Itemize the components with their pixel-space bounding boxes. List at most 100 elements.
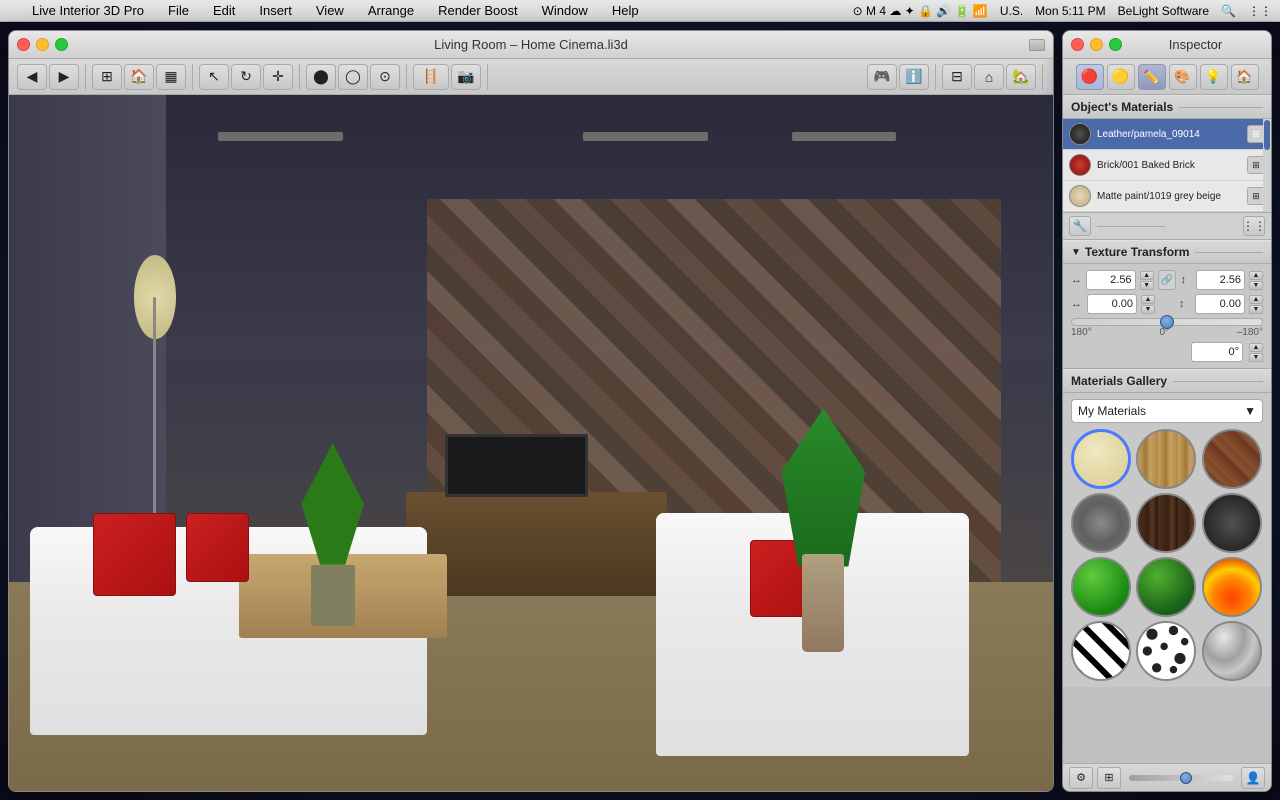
offset-x-up[interactable]: ▲: [1141, 295, 1155, 304]
camera-tool[interactable]: 📷: [451, 64, 481, 90]
gallery-item-5[interactable]: [1202, 493, 1262, 553]
ring-tool[interactable]: ◯: [338, 64, 368, 90]
move-tool[interactable]: ✛: [263, 64, 293, 90]
pillow-1: [93, 513, 177, 597]
inspector-maximize[interactable]: [1109, 38, 1122, 51]
add-material-button[interactable]: ⚙: [1069, 767, 1093, 789]
inspector-titlebar: Inspector: [1063, 31, 1271, 59]
gallery-dropdown-value: My Materials: [1078, 404, 1146, 418]
tools-divider: [1097, 226, 1165, 227]
offset-x-down[interactable]: ▼: [1141, 305, 1155, 314]
large-plant: [782, 408, 866, 652]
gallery-item-10[interactable]: [1136, 621, 1196, 681]
angle-up[interactable]: ▲: [1249, 343, 1263, 352]
gallery-item-6[interactable]: [1071, 557, 1131, 617]
menu-insert[interactable]: Insert: [255, 3, 296, 18]
height-down[interactable]: ▼: [1249, 281, 1263, 290]
offset-y-down[interactable]: ▼: [1249, 305, 1263, 314]
offset-y-up[interactable]: ▲: [1249, 295, 1263, 304]
zoom-slider[interactable]: [1129, 775, 1233, 781]
person-button[interactable]: 👤: [1241, 767, 1265, 789]
material-item-1[interactable]: Leather/pamela_09014 ⊞: [1063, 119, 1271, 150]
menu-window[interactable]: Window: [538, 3, 592, 18]
zoom-thumb[interactable]: [1180, 772, 1192, 784]
gallery-item-3[interactable]: [1071, 493, 1131, 553]
gallery-dropdown[interactable]: My Materials ▼: [1071, 399, 1263, 423]
fill-tool[interactable]: ⊙: [370, 64, 400, 90]
menu-file[interactable]: File: [164, 3, 193, 18]
tab-materials[interactable]: 🔴: [1076, 64, 1104, 90]
rotate-tool[interactable]: ↻: [231, 64, 261, 90]
window-resize-handle[interactable]: [1029, 39, 1045, 51]
height-up[interactable]: ▲: [1249, 271, 1263, 280]
gallery-item-11[interactable]: [1202, 621, 1262, 681]
circle-tool[interactable]: ⬤: [306, 64, 336, 90]
select-tool[interactable]: ↖: [199, 64, 229, 90]
maximize-button[interactable]: [55, 38, 68, 51]
gallery-item-4[interactable]: [1136, 493, 1196, 553]
mat-scroll-thumb[interactable]: [1264, 120, 1270, 150]
materials-scrollbar[interactable]: [1263, 119, 1271, 212]
grid-view-button[interactable]: ⊞: [1097, 767, 1121, 789]
inspector-close[interactable]: [1071, 38, 1084, 51]
height-input[interactable]: 2.56: [1196, 270, 1245, 290]
angle-down[interactable]: ▼: [1249, 353, 1263, 362]
menu-render-boost[interactable]: Render Boost: [434, 3, 522, 18]
link-button[interactable]: 🔗: [1158, 270, 1177, 290]
offset-y-input[interactable]: 0.00: [1195, 294, 1245, 314]
slider-label-180: 180°: [1071, 327, 1092, 338]
search-icon[interactable]: 🔍: [1221, 4, 1236, 18]
gallery-item-1[interactable]: [1136, 429, 1196, 489]
width-up[interactable]: ▲: [1140, 271, 1154, 280]
2d-view-button[interactable]: ⊞: [92, 64, 122, 90]
doc-toolbar: ◀ ▶ ⊞ 🏠 ▦ ↖ ↻ ✛ ⬤ ◯ ⊙ 🪜 📷: [9, 59, 1053, 95]
gallery-item-2[interactable]: [1202, 429, 1262, 489]
material-item-2[interactable]: Brick/001 Baked Brick ⊞: [1063, 150, 1271, 181]
gallery-item-8[interactable]: [1202, 557, 1262, 617]
shape-group: ⬤ ◯ ⊙: [306, 64, 407, 90]
menu-arrange[interactable]: Arrange: [364, 3, 418, 18]
offset-row: ↔ 0.00 ▲ ▼ ↕ 0.00 ▲ ▼: [1071, 294, 1263, 314]
back-button[interactable]: ◀: [17, 64, 47, 90]
inspector-minimize[interactable]: [1090, 38, 1103, 51]
eyedropper-tool[interactable]: 🔧: [1069, 216, 1091, 236]
menu-help[interactable]: Help: [608, 3, 643, 18]
gallery-item-0[interactable]: [1071, 429, 1131, 489]
angle-slider-thumb[interactable]: [1160, 315, 1174, 329]
3d-view-button[interactable]: ▦: [156, 64, 186, 90]
tab-house[interactable]: 🏠: [1231, 64, 1259, 90]
app-name: Live Interior 3D Pro: [28, 3, 148, 18]
render-button[interactable]: 🎮: [867, 64, 897, 90]
gallery-item-9[interactable]: [1071, 621, 1131, 681]
material-item-3[interactable]: Matte paint/1019 grey beige ⊞: [1063, 181, 1271, 212]
scene-container: [9, 95, 1053, 791]
minimize-button[interactable]: [36, 38, 49, 51]
info-button[interactable]: ℹ️: [899, 64, 929, 90]
width-input[interactable]: 2.56: [1086, 270, 1135, 290]
2d-3d-split[interactable]: ⊟: [942, 64, 972, 90]
layout-button[interactable]: ⌂: [974, 64, 1004, 90]
floor-plan-button[interactable]: 🏠: [124, 64, 154, 90]
apps-icon[interactable]: ⋮⋮: [1248, 4, 1272, 18]
tab-texture[interactable]: 🎨: [1169, 64, 1197, 90]
width-height-row: ↔ 2.56 ▲ ▼ 🔗 ↕ 2.56 ▲ ▼: [1071, 270, 1263, 290]
menu-edit[interactable]: Edit: [209, 3, 239, 18]
offset-y-stepper: ▲ ▼: [1249, 295, 1263, 314]
width-down[interactable]: ▼: [1140, 281, 1154, 290]
tab-edit[interactable]: ✏️: [1138, 64, 1166, 90]
staircase-tool[interactable]: 🪜: [413, 64, 449, 90]
gallery-item-7[interactable]: [1136, 557, 1196, 617]
tab-object[interactable]: 🟡: [1107, 64, 1135, 90]
angle-input[interactable]: 0°: [1191, 342, 1243, 362]
angle-slider-track[interactable]: [1071, 318, 1263, 326]
main-container: Living Room – Home Cinema.li3d ◀ ▶ ⊞ 🏠 ▦…: [0, 22, 1280, 800]
viewport[interactable]: [9, 95, 1053, 791]
tab-light[interactable]: 💡: [1200, 64, 1228, 90]
grid-options[interactable]: ⋮⋮: [1243, 216, 1265, 236]
offset-x-input[interactable]: 0.00: [1087, 294, 1137, 314]
menu-view[interactable]: View: [312, 3, 348, 18]
texture-transform-header: ▼ Texture Transform: [1063, 240, 1271, 264]
forward-button[interactable]: ▶: [49, 64, 79, 90]
home-button[interactable]: 🏡: [1006, 64, 1036, 90]
close-button[interactable]: [17, 38, 30, 51]
